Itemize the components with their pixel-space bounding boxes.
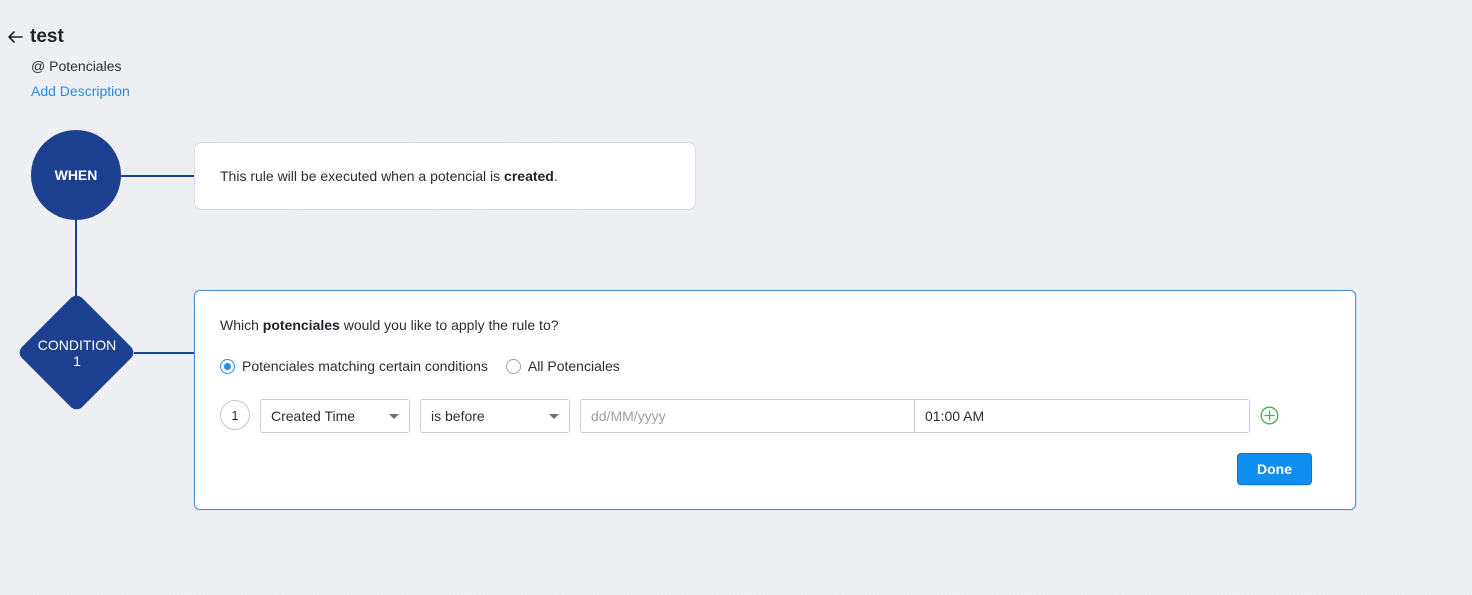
when-trigger-text: This rule will be executed when a potenc… xyxy=(220,168,558,184)
radio-label-all-potenciales: All Potenciales xyxy=(527,358,620,374)
radio-option-matching-conditions[interactable]: Potenciales matching certain conditions xyxy=(220,358,488,374)
when-node-label: WHEN xyxy=(54,167,98,183)
condition-question: Which potenciales would you like to appl… xyxy=(220,317,559,333)
date-input-placeholder: dd/MM/yyyy xyxy=(591,408,666,424)
add-description-link[interactable]: Add Description xyxy=(31,83,130,99)
page-header: test @ Potenciales Add Description xyxy=(6,26,130,99)
when-text-bold: created xyxy=(504,168,554,184)
condition-connector-horizontal xyxy=(134,352,195,354)
criteria-number-badge: 1 xyxy=(220,400,250,430)
field-select-value: Created Time xyxy=(271,408,356,424)
caret-down-icon xyxy=(549,414,559,419)
condition-node[interactable]: CONDITION 1 xyxy=(16,292,137,413)
condition-editor-card: Which potenciales would you like to appl… xyxy=(194,290,1356,510)
question-text-bold: potenciales xyxy=(262,317,340,333)
module-label: @ Potenciales xyxy=(31,58,122,74)
caret-down-icon xyxy=(389,414,399,419)
flow-connector-vertical xyxy=(75,220,77,296)
page-title: test xyxy=(30,26,64,47)
record-scope-radio-group: Potenciales matching certain conditions … xyxy=(220,358,638,374)
operator-select-value: is before xyxy=(431,408,485,424)
date-input[interactable]: dd/MM/yyyy xyxy=(580,399,915,433)
condition-node-label: CONDITION 1 xyxy=(17,293,137,413)
condition-node-number: 1 xyxy=(73,353,81,369)
when-trigger-card[interactable]: This rule will be executed when a potenc… xyxy=(194,142,696,210)
question-text-before: Which xyxy=(220,317,263,333)
radio-label-matching-conditions: Potenciales matching certain conditions xyxy=(242,358,488,374)
question-text-after: would you like to apply the rule to? xyxy=(339,317,559,333)
radio-option-all-potenciales[interactable]: All Potenciales xyxy=(505,358,620,374)
when-text-before: This rule will be executed when a potenc… xyxy=(220,168,505,184)
field-select[interactable]: Created Time xyxy=(260,399,410,433)
plus-circle-icon[interactable] xyxy=(1260,406,1279,425)
done-button[interactable]: Done xyxy=(1237,453,1312,485)
radio-selected-icon[interactable] xyxy=(220,358,235,374)
when-text-after: . xyxy=(553,168,558,184)
radio-unselected-icon[interactable] xyxy=(505,358,521,374)
time-input-value: 01:00 AM xyxy=(925,408,985,424)
title-row: test xyxy=(6,26,64,48)
when-connector-horizontal xyxy=(121,175,195,177)
operator-select[interactable]: is before xyxy=(420,399,570,433)
when-node[interactable]: WHEN xyxy=(31,130,121,220)
condition-node-title: CONDITION xyxy=(37,337,117,353)
arrow-left-icon[interactable] xyxy=(6,28,24,46)
time-input[interactable]: 01:00 AM xyxy=(914,399,1250,433)
